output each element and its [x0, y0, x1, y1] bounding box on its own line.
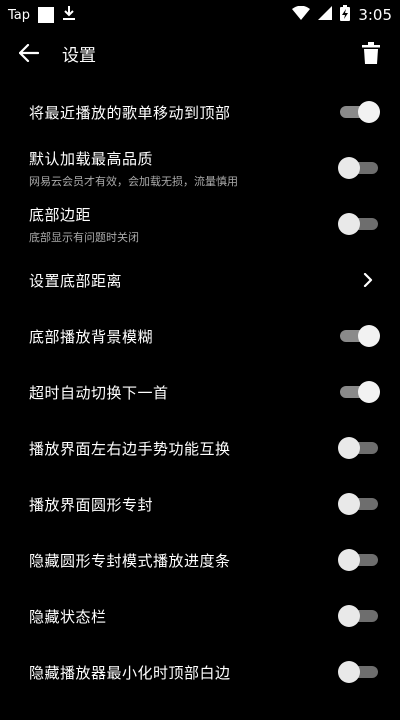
- setting-label: 隐藏状态栏: [29, 607, 107, 626]
- toggle-knob: [338, 661, 360, 683]
- setting-toggle[interactable]: [338, 380, 380, 404]
- setting-texts: 隐藏状态栏: [29, 606, 338, 627]
- setting-row[interactable]: 设置底部距离: [0, 252, 400, 308]
- setting-toggle[interactable]: [338, 156, 380, 180]
- setting-row[interactable]: 隐藏圆形专封模式播放进度条: [0, 532, 400, 588]
- setting-row[interactable]: 播放界面圆形专封: [0, 476, 400, 532]
- setting-row[interactable]: 超时自动切换下一首: [0, 364, 400, 420]
- setting-toggle[interactable]: [338, 604, 380, 628]
- toggle-knob: [338, 157, 360, 179]
- setting-row[interactable]: 隐藏状态栏: [0, 588, 400, 644]
- setting-label: 隐藏播放器最小化时顶部白边: [29, 663, 231, 682]
- back-button[interactable]: [18, 42, 40, 64]
- setting-texts: 播放界面圆形专封: [29, 494, 338, 515]
- settings-list: 将最近播放的歌单移动到顶部 默认加载最高品质网易云会员才有效，会加载无损，流量慎用…: [0, 84, 400, 700]
- setting-toggle[interactable]: [338, 436, 380, 460]
- notification-square-icon: [38, 7, 55, 23]
- setting-toggle[interactable]: [338, 548, 380, 572]
- setting-label: 设置底部距离: [29, 271, 123, 290]
- setting-row[interactable]: 默认加载最高品质网易云会员才有效，会加载无损，流量慎用: [0, 140, 400, 196]
- setting-texts: 底部边距底部显示有问题时关闭: [29, 204, 338, 245]
- clock: 3:05: [358, 6, 392, 24]
- page-title: 设置: [62, 45, 96, 66]
- signal-icon: [318, 6, 333, 24]
- setting-toggle[interactable]: [338, 324, 380, 348]
- toggle-knob: [338, 605, 360, 627]
- setting-description: 底部显示有问题时关闭: [29, 230, 139, 244]
- setting-row[interactable]: 底部边距底部显示有问题时关闭: [0, 196, 400, 252]
- setting-toggle[interactable]: [338, 100, 380, 124]
- setting-texts: 底部播放背景模糊: [29, 326, 338, 347]
- toggle-knob: [338, 437, 360, 459]
- carrier-label: Tap: [8, 7, 31, 23]
- setting-texts: 隐藏圆形专封模式播放进度条: [29, 550, 338, 571]
- toggle-knob: [338, 493, 360, 515]
- chevron-right-icon: [356, 273, 380, 287]
- setting-texts: 设置底部距离: [29, 270, 356, 291]
- app-bar: 设置: [0, 30, 400, 76]
- status-bar: Tap 3:05: [0, 0, 400, 30]
- setting-texts: 将最近播放的歌单移动到顶部: [29, 102, 338, 123]
- setting-row[interactable]: 隐藏播放器最小化时顶部白边: [0, 644, 400, 700]
- toggle-knob: [358, 325, 380, 347]
- toggle-knob: [358, 101, 380, 123]
- setting-label: 底部播放背景模糊: [29, 327, 154, 346]
- setting-description: 网易云会员才有效，会加载无损，流量慎用: [29, 174, 238, 188]
- setting-label: 将最近播放的歌单移动到顶部: [29, 103, 231, 122]
- setting-toggle[interactable]: [338, 660, 380, 684]
- setting-row[interactable]: 将最近播放的歌单移动到顶部: [0, 84, 400, 140]
- arrow-left-icon: [19, 44, 39, 62]
- trash-icon: [362, 42, 380, 64]
- toggle-knob: [338, 213, 360, 235]
- setting-label: 播放界面圆形专封: [29, 495, 154, 514]
- setting-texts: 隐藏播放器最小化时顶部白边: [29, 662, 338, 683]
- delete-button[interactable]: [360, 41, 382, 65]
- setting-label: 播放界面左右边手势功能互换: [29, 439, 231, 458]
- setting-texts: 默认加载最高品质网易云会员才有效，会加载无损，流量慎用: [29, 148, 338, 189]
- battery-charging-icon: [340, 5, 351, 25]
- setting-texts: 超时自动切换下一首: [29, 382, 338, 403]
- setting-toggle[interactable]: [338, 212, 380, 236]
- wifi-icon: [292, 5, 311, 24]
- setting-toggle[interactable]: [338, 492, 380, 516]
- setting-texts: 播放界面左右边手势功能互换: [29, 438, 338, 459]
- setting-label: 默认加载最高品质: [29, 149, 154, 168]
- setting-label: 底部边距: [29, 205, 92, 224]
- setting-row[interactable]: 播放界面左右边手势功能互换: [0, 420, 400, 476]
- setting-label: 超时自动切换下一首: [29, 383, 169, 402]
- toggle-knob: [358, 381, 380, 403]
- download-icon: [62, 5, 76, 25]
- setting-row[interactable]: 底部播放背景模糊: [0, 308, 400, 364]
- toggle-knob: [338, 549, 360, 571]
- setting-label: 隐藏圆形专封模式播放进度条: [29, 551, 231, 570]
